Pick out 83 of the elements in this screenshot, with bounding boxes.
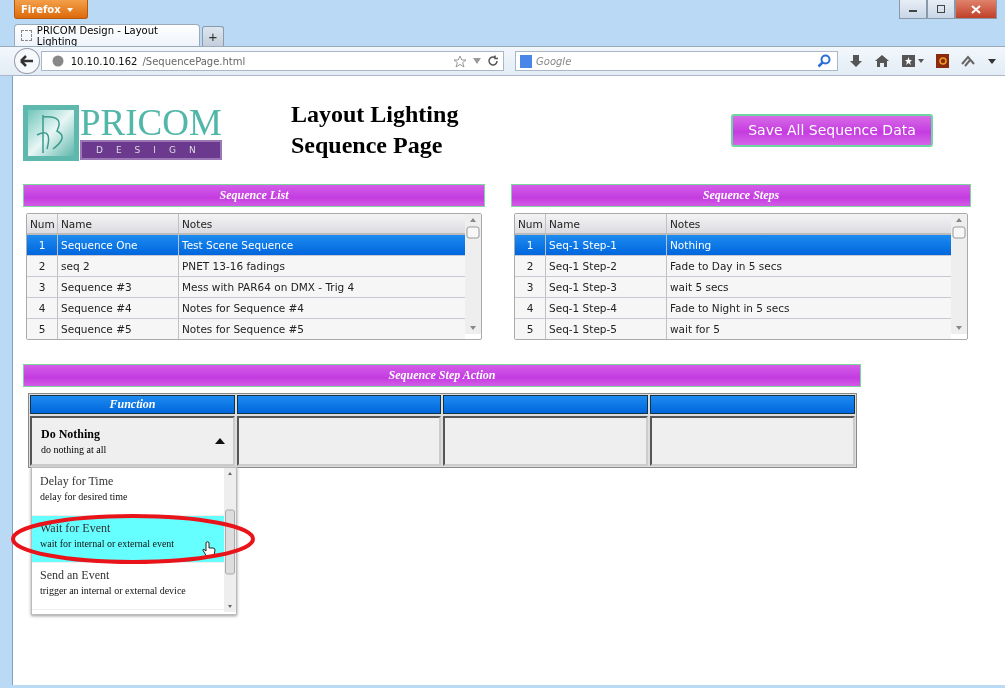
- table-row[interactable]: 4 Sequence #4 Notes for Sequence #4: [27, 298, 465, 319]
- table-cell-text: Nothing: [669, 238, 713, 253]
- dropdown-icon[interactable]: [472, 57, 482, 65]
- scrollbar[interactable]: [951, 214, 967, 334]
- logo-emblem-icon: [23, 104, 79, 161]
- download-icon[interactable]: [849, 54, 864, 68]
- page-title: Sequence Page: [291, 131, 444, 160]
- section-header: Sequence Steps: [511, 184, 971, 207]
- table-cell: Seq-1 Step-4: [546, 298, 667, 318]
- table-cell: 3: [27, 277, 58, 297]
- table-cell: 1: [27, 235, 58, 255]
- table-row[interactable]: 5 Seq-1 Step-5 wait for 5: [515, 319, 951, 339]
- table-cell-text: Mess with PAR64 on DMX - Trig 4: [181, 280, 356, 295]
- table-cell-text: Fade to Day in 5 secs: [669, 259, 784, 274]
- section-header: Sequence List: [23, 184, 485, 207]
- table-row[interactable]: 4 Seq-1 Step-4 Fade to Night in 5 secs: [515, 298, 951, 319]
- table-row[interactable]: 2 seq 2 PNET 13-16 fadings: [27, 256, 465, 277]
- table-cell: 5: [515, 319, 546, 339]
- column-header[interactable]: Num: [27, 214, 58, 233]
- home-icon[interactable]: [874, 54, 890, 68]
- column-header[interactable]: Name: [546, 214, 667, 233]
- section-header: Sequence Step Action: [23, 364, 861, 387]
- bookmark-star-icon[interactable]: [453, 54, 467, 68]
- table-cell-text: wait for 5: [669, 322, 721, 337]
- table-cell: 2: [515, 256, 546, 276]
- table-cell: 1: [515, 235, 546, 255]
- table-cell: Seq-1 Step-2: [546, 256, 667, 276]
- table-cell-text: PNET 13-16 fadings: [181, 259, 286, 274]
- table-cell: 4: [27, 298, 58, 318]
- back-button[interactable]: [14, 48, 40, 74]
- table-cell: 5: [27, 319, 58, 339]
- column-header[interactable]: Name: [58, 214, 179, 233]
- extension-icon[interactable]: [960, 54, 977, 68]
- table-cell-text: Notes for Sequence #4: [181, 301, 306, 316]
- table-cell-text: Notes for Sequence #5: [181, 322, 306, 337]
- table-cell: seq 2: [58, 256, 179, 276]
- save-button[interactable]: Save All Sequence Data: [731, 113, 933, 147]
- table-cell: 2: [27, 256, 58, 276]
- page-icon: [21, 30, 32, 41]
- maximize-button[interactable]: [927, 0, 955, 19]
- bookmarks-icon[interactable]: [900, 54, 925, 68]
- table-cell: Seq-1 Step-3: [546, 277, 667, 297]
- table-cell-text: Test Scene Sequence: [181, 238, 295, 253]
- logo-subtitle: DESIGN: [80, 139, 222, 160]
- function-select[interactable]: Do Nothing do nothing at all: [30, 416, 235, 466]
- table-cell: Sequence One: [58, 235, 179, 255]
- column-header[interactable]: Notes: [179, 214, 465, 233]
- globe-icon: [51, 55, 64, 67]
- column-header: Function: [30, 395, 235, 414]
- address-bar[interactable]: 10.10.10.162 /SequencePage.html: [40, 51, 504, 71]
- table-cell: Seq-1 Step-1: [546, 235, 667, 255]
- search-icon[interactable]: [817, 54, 832, 68]
- menu-dropdown-icon[interactable]: [987, 57, 998, 65]
- table-row[interactable]: 3 Seq-1 Step-3 wait 5 secs: [515, 277, 951, 298]
- scrollbar[interactable]: [465, 214, 481, 334]
- table-cell: Sequence #5: [58, 319, 179, 339]
- logo-wordmark: PRICOM: [80, 105, 222, 140]
- table-cell: 4: [515, 298, 546, 318]
- table-row[interactable]: 3 Sequence #3 Mess with PAR64 on DMX - Trig 4: [27, 277, 465, 298]
- close-icon: [971, 4, 981, 14]
- minimize-button[interactable]: [899, 0, 927, 19]
- addon-icon[interactable]: [935, 54, 950, 68]
- close-button[interactable]: [955, 0, 997, 19]
- maximize-icon: [936, 5, 946, 13]
- table-cell: Sequence #3: [58, 277, 179, 297]
- page-title: Layout Lighting: [291, 100, 460, 129]
- table-row[interactable]: 2 Seq-1 Step-2 Fade to Day in 5 secs: [515, 256, 951, 277]
- table-row[interactable]: 1 Seq-1 Step-1 Nothing: [515, 235, 951, 256]
- table-row[interactable]: 5 Sequence #5 Notes for Sequence #5: [27, 319, 465, 339]
- table-cell: Seq-1 Step-5: [546, 319, 667, 339]
- search-bar[interactable]: Google: [515, 51, 839, 71]
- table-row[interactable]: 1 Sequence One Test Scene Sequence: [27, 235, 465, 256]
- new-tab-button[interactable]: +: [202, 26, 224, 46]
- column-header[interactable]: Notes: [667, 214, 951, 233]
- back-arrow-icon: [19, 55, 34, 67]
- search-engine-icon[interactable]: [520, 54, 532, 68]
- table-cell: 3: [515, 277, 546, 297]
- table-cell-text: wait 5 secs: [669, 280, 730, 295]
- table-cell: Sequence #4: [58, 298, 179, 318]
- column-header[interactable]: Num: [515, 214, 546, 233]
- scrollbar[interactable]: [224, 468, 236, 612]
- reload-icon[interactable]: [487, 55, 499, 67]
- table-cell-text: Fade to Night in 5 secs: [669, 301, 791, 316]
